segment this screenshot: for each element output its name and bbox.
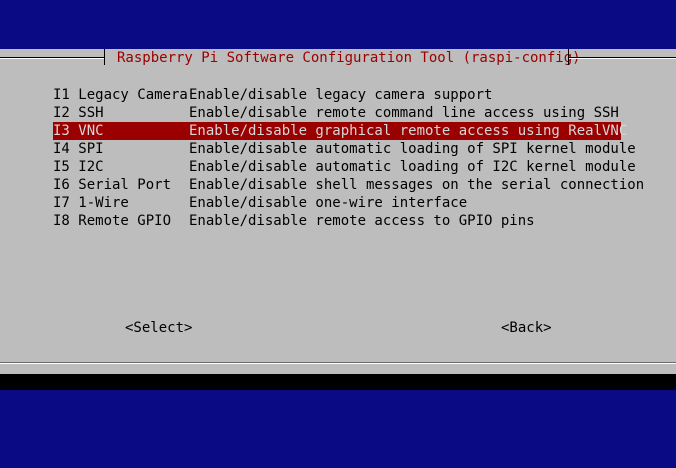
menu-item-vnc[interactable]: I3 VNC Enable/disable graphical remote ac…: [53, 122, 627, 140]
back-button[interactable]: <Back>: [501, 319, 552, 337]
raspi-config-dialog: Raspberry Pi Software Configuration Tool…: [0, 49, 676, 374]
menu-item-1-wire[interactable]: I7 1-Wire Enable/disable one-wire interfa…: [53, 194, 644, 212]
menu-item-key: I5 I2C: [53, 159, 104, 175]
menu-item-key: I2 SSH: [53, 105, 104, 121]
menu-item-i2c[interactable]: I5 I2C Enable/disable automatic loading o…: [53, 158, 644, 176]
menu-item-key: I4 SPI: [53, 141, 104, 157]
menu-item-description: Enable/disable automatic loading of I2C …: [189, 159, 636, 175]
menu-item-description: Enable/disable shell messages on the ser…: [189, 177, 645, 193]
menu-item-key: I6 Serial Port: [53, 177, 172, 193]
dialog-border-bottom: [0, 362, 676, 364]
dialog-shadow: [0, 374, 676, 390]
menu-item-key: I7 1-Wire: [53, 195, 129, 211]
interface-options-menu: I1 Legacy CameraEnable/disable legacy ca…: [53, 86, 644, 230]
menu-item-key: I1 Legacy Camera: [53, 87, 188, 103]
dialog-border-top-left: [0, 57, 105, 59]
menu-item-description: Enable/disable remote command line acces…: [189, 105, 619, 121]
menu-item-key: I8 Remote GPIO: [53, 213, 172, 229]
select-button[interactable]: <Select>: [125, 319, 192, 337]
dialog-title: Raspberry Pi Software Configuration Tool…: [117, 50, 581, 66]
menu-item-spi[interactable]: I4 SPI Enable/disable automatic loading o…: [53, 140, 644, 158]
menu-item-ssh[interactable]: I2 SSH Enable/disable remote command line…: [53, 104, 644, 122]
menu-item-key: I3 VNC: [53, 123, 104, 139]
terminal-screen: Raspberry Pi Software Configuration Tool…: [0, 0, 676, 468]
title-divider-left: [104, 49, 105, 65]
dialog-border-top-right: [569, 57, 676, 59]
menu-item-description: Enable/disable graphical remote access u…: [189, 123, 628, 139]
menu-item-serial-port[interactable]: I6 Serial Port Enable/disable shell messa…: [53, 176, 644, 194]
menu-item-description: Enable/disable automatic loading of SPI …: [189, 141, 636, 157]
menu-item-remote-gpio[interactable]: I8 Remote GPIO Enable/disable remote acce…: [53, 212, 644, 230]
menu-item-description: Enable/disable one-wire interface: [189, 195, 468, 211]
menu-item-legacy-camera[interactable]: I1 Legacy CameraEnable/disable legacy ca…: [53, 86, 644, 104]
menu-item-description: Enable/disable legacy camera support: [189, 87, 493, 103]
menu-item-description: Enable/disable remote access to GPIO pin…: [189, 213, 535, 229]
